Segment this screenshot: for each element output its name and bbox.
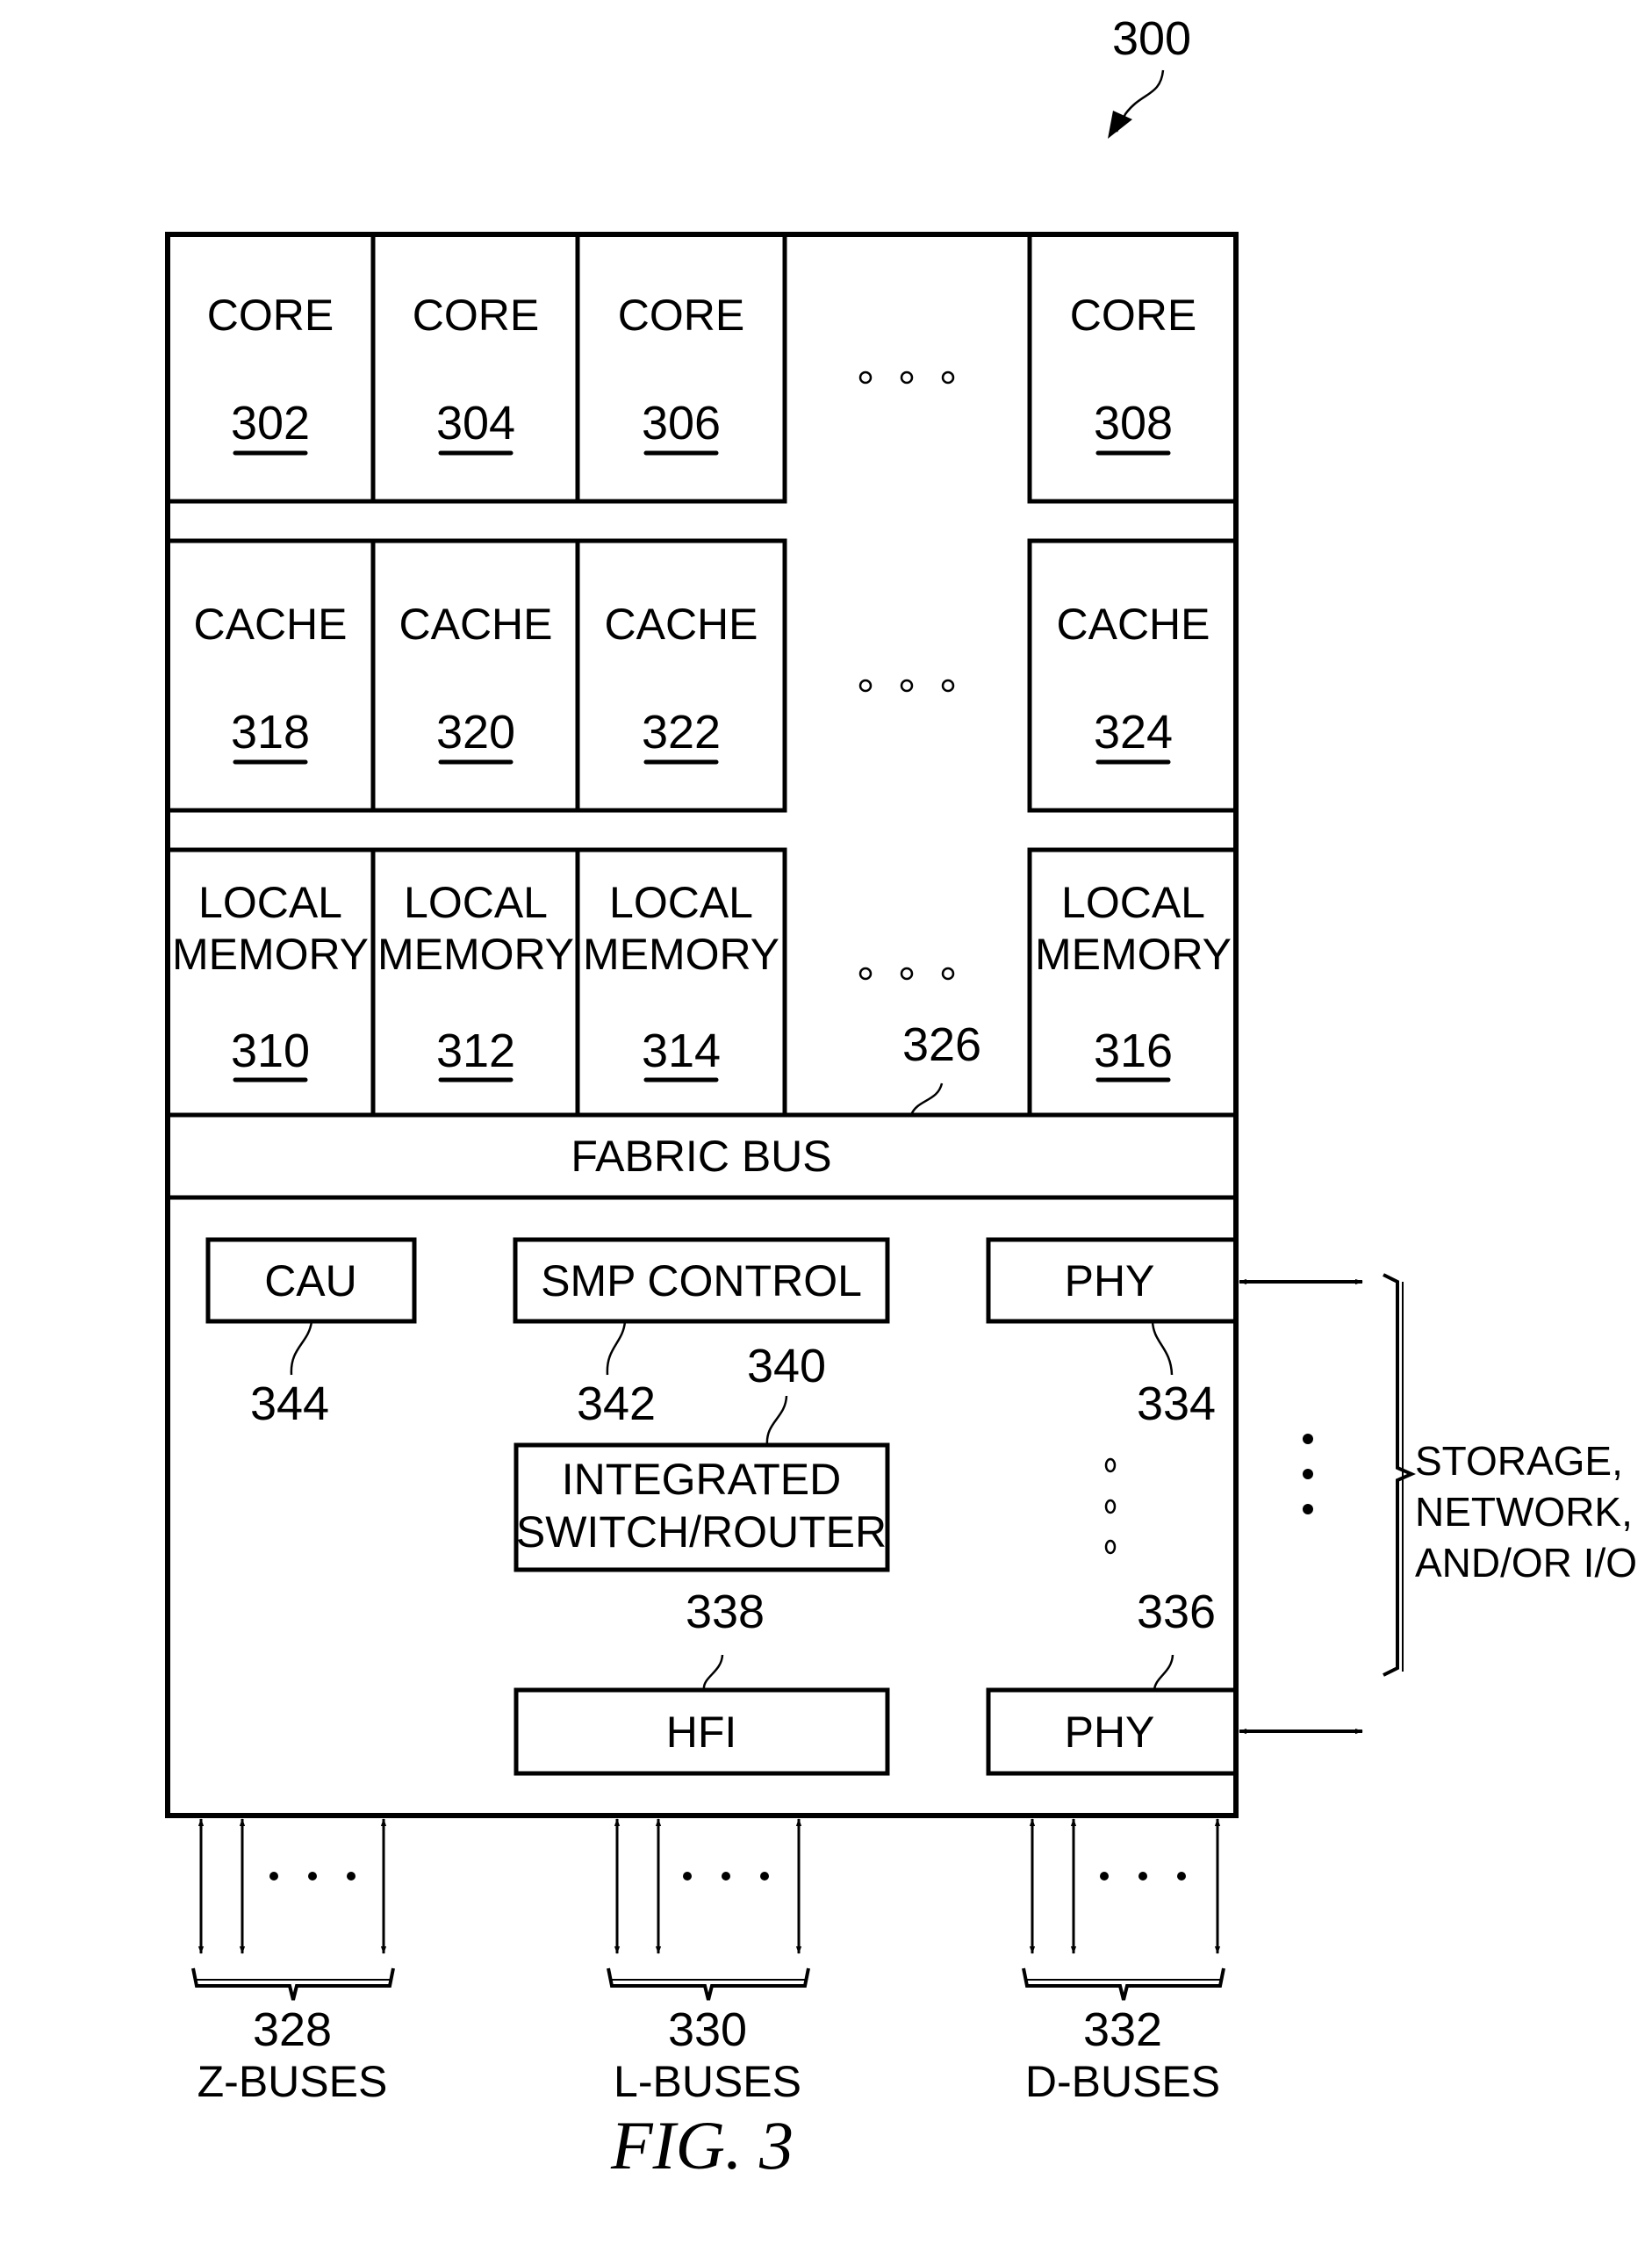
figure-caption: FIG. 3 (610, 2107, 794, 2183)
l-bus-group: 330 L-BUSES (607, 1818, 810, 2106)
cache-label: CACHE (604, 600, 758, 649)
hfi-ref-leader (702, 1654, 724, 1691)
local-memory-label-line2: MEMORY (583, 930, 779, 979)
vertical-ellipsis-icon (1104, 1457, 1117, 1555)
core-ref: 308 (1094, 397, 1173, 449)
local-memory-label-line1: LOCAL (404, 878, 548, 927)
d-bus-label: D-BUSES (1025, 2057, 1220, 2106)
z-bus-label: Z-BUSES (198, 2057, 388, 2106)
core-ref: 306 (642, 397, 721, 449)
cau-label: CAU (264, 1256, 357, 1305)
vertical-ellipsis-icon (1303, 1434, 1313, 1514)
phy-336-ref-leader (1153, 1654, 1174, 1691)
cau-ref: 344 (250, 1377, 329, 1430)
z-bus-group: 328 Z-BUSES (191, 1818, 395, 2106)
local-memory-ref: 310 (231, 1025, 310, 1077)
ellipsis-icon (1100, 1872, 1186, 1881)
core-box-302 (165, 232, 376, 504)
core-row: CORE 302 CORE 304 CORE 306 CORE 308 (165, 232, 1239, 504)
io-label-line3: AND/OR I/O (1415, 1540, 1637, 1586)
ellipsis-icon (858, 967, 955, 981)
local-memory-ref: 312 (436, 1025, 515, 1077)
core-label: CORE (413, 291, 539, 340)
switch-ref-leader (765, 1395, 788, 1446)
cache-label: CACHE (193, 600, 347, 649)
fabric-bus-ref: 326 (902, 1018, 981, 1071)
local-memory-label-line2: MEMORY (172, 930, 369, 979)
cache-box-324 (1027, 538, 1239, 813)
figure-ref: 300 (1112, 12, 1191, 65)
core-ref: 302 (231, 397, 310, 449)
core-ref: 304 (436, 397, 515, 449)
local-memory-label-line2: MEMORY (1035, 930, 1232, 979)
d-bus-group: 332 D-BUSES (1022, 1818, 1225, 2106)
d-bus-ref: 332 (1083, 2003, 1162, 2056)
processor-diagram: 300 CORE 302 CORE 304 CORE 306 CORE 308 … (165, 12, 1637, 2183)
phy-label: PHY (1065, 1256, 1155, 1305)
d-bus-brace-icon (1022, 1967, 1225, 2001)
local-memory-ref: 314 (642, 1025, 721, 1077)
cache-ref: 324 (1094, 706, 1173, 759)
core-box-304 (370, 232, 580, 504)
l-bus-ref: 330 (668, 2003, 747, 2056)
cache-box-318 (165, 538, 376, 813)
cache-label: CACHE (1056, 600, 1210, 649)
core-label: CORE (618, 291, 744, 340)
phy-334-ref: 334 (1137, 1377, 1216, 1430)
core-label: CORE (1070, 291, 1196, 340)
cache-box-320 (370, 538, 580, 813)
ellipsis-icon (858, 370, 955, 385)
local-memory-row: LOCAL MEMORY 310 LOCAL MEMORY 312 LOCAL … (165, 847, 1239, 1118)
ellipsis-icon (269, 1872, 356, 1881)
local-memory-ref: 316 (1094, 1025, 1173, 1077)
ellipsis-icon (858, 679, 955, 693)
cau-ref-leader (290, 1320, 313, 1376)
l-bus-brace-icon (607, 1967, 810, 2001)
core-box-306 (575, 232, 787, 504)
io-label-line2: NETWORK, (1415, 1489, 1633, 1535)
fabric-bus-ref-leader (909, 1082, 944, 1116)
cache-ref: 318 (231, 706, 310, 759)
smp-control-ref: 342 (577, 1377, 656, 1430)
z-bus-ref: 328 (253, 2003, 332, 2056)
phy-336-ref: 336 (1137, 1586, 1216, 1638)
local-memory-label-line1: LOCAL (1061, 878, 1205, 927)
hfi-ref: 338 (686, 1586, 765, 1638)
cache-row: CACHE 318 CACHE 320 CACHE 322 CACHE 324 (165, 538, 1239, 813)
smp-control-label: SMP CONTROL (541, 1256, 862, 1305)
core-label: CORE (207, 291, 334, 340)
core-box-308 (1027, 232, 1239, 504)
switch-label-line1: INTEGRATED (562, 1455, 842, 1504)
phy-label: PHY (1065, 1708, 1155, 1757)
switch-ref: 340 (747, 1340, 826, 1392)
local-memory-label-line1: LOCAL (609, 878, 753, 927)
fabric-bus-label: FABRIC BUS (571, 1132, 831, 1181)
local-memory-label-line2: MEMORY (377, 930, 574, 979)
local-memory-label-line1: LOCAL (198, 878, 342, 927)
cache-label: CACHE (399, 600, 552, 649)
switch-label-line2: SWITCH/ROUTER (516, 1507, 887, 1557)
figure-ref-arrowhead (1108, 111, 1132, 139)
cache-box-322 (575, 538, 787, 813)
ellipsis-icon (683, 1872, 769, 1881)
io-label-line1: STORAGE, (1415, 1438, 1623, 1484)
io-brace-icon (1383, 1273, 1416, 1677)
phy-334-ref-leader (1151, 1320, 1174, 1376)
z-bus-brace-icon (191, 1967, 395, 2001)
cache-ref: 320 (436, 706, 515, 759)
l-bus-label: L-BUSES (614, 2057, 801, 2106)
hfi-label: HFI (666, 1708, 737, 1757)
cache-ref: 322 (642, 706, 721, 759)
smp-control-ref-leader (606, 1320, 627, 1376)
